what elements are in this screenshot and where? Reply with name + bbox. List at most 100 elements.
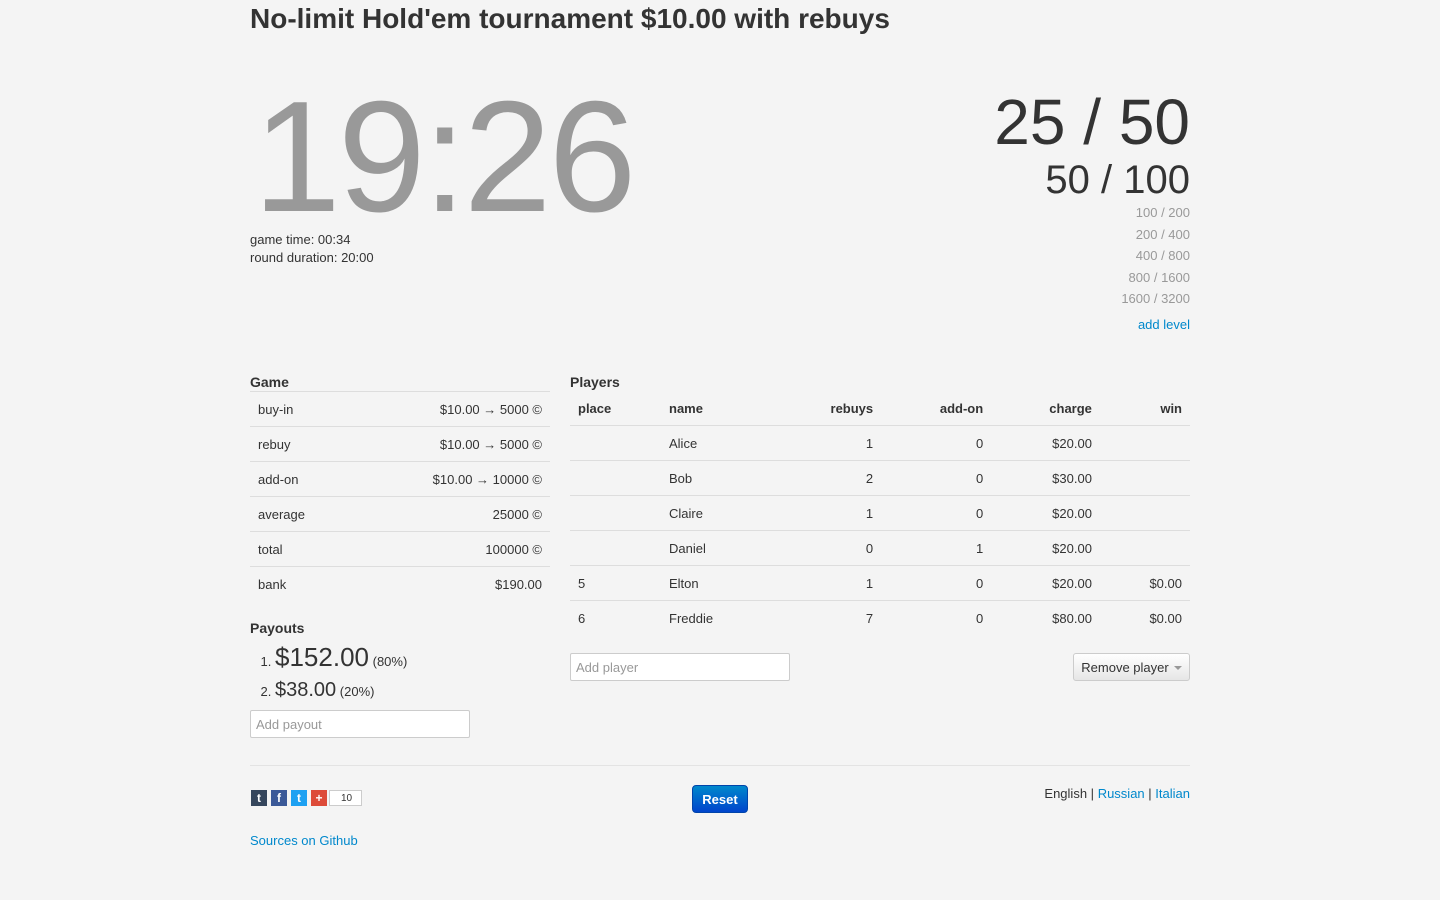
player-rebuys[interactable]: 1	[772, 425, 882, 461]
game-table: buy-in $10.00 → 5000 © rebuy $10.00 → 50…	[250, 391, 550, 601]
player-name: Elton	[661, 565, 773, 601]
player-win	[1099, 425, 1190, 461]
player-place	[570, 495, 661, 531]
next-blinds: 50 / 100	[1045, 158, 1190, 202]
players-table: place name rebuys add-on charge win Alic…	[570, 391, 1190, 635]
player-name: Bob	[661, 460, 773, 496]
table-row[interactable]: Daniel 0 1 $20.00	[570, 530, 1190, 566]
player-charge: $20.00	[991, 565, 1100, 601]
column-header-place: place	[578, 400, 612, 416]
table-row[interactable]: Claire 1 0 $20.00	[570, 495, 1190, 531]
table-header-row: place name rebuys add-on charge win	[570, 391, 1190, 426]
table-row: average 25000 ©	[250, 496, 550, 532]
round-duration: round duration: 20:00	[250, 250, 374, 265]
share-count: 10	[329, 790, 363, 806]
player-addon[interactable]: 0	[881, 565, 992, 601]
language-switcher: English | Russian | Italian	[1044, 785, 1190, 803]
language-separator: |	[1148, 786, 1152, 801]
player-addon[interactable]: 0	[881, 460, 992, 496]
game-row-label: add-on	[250, 461, 351, 497]
table-row[interactable]: 6 Freddie 7 0 $80.00 $0.00	[570, 600, 1190, 635]
player-charge: $20.00	[991, 495, 1100, 531]
payouts-heading: Payouts	[250, 620, 305, 636]
language-russian-link[interactable]: Russian	[1098, 786, 1145, 801]
language-separator: |	[1090, 786, 1095, 801]
game-section: Game buy-in $10.00 → 5000 © rebuy $10.00…	[250, 373, 550, 601]
table-row[interactable]: 5 Elton 1 0 $20.00 $0.00	[570, 565, 1190, 601]
twitter-icon[interactable]: t	[291, 790, 307, 806]
payout-percent: (80%)	[372, 654, 408, 669]
table-row[interactable]: Alice 1 0 $20.00	[570, 425, 1190, 461]
facebook-icon[interactable]: f	[271, 790, 287, 806]
player-rebuys[interactable]: 7	[772, 600, 882, 635]
game-heading: Game	[250, 374, 289, 390]
players-heading: Players	[570, 374, 620, 390]
player-place: 5	[570, 565, 661, 601]
add-level-link[interactable]: add level	[994, 316, 1190, 334]
blinds-panel: 25 / 50 50 / 100 100 / 200 200 / 400 400…	[994, 86, 1190, 334]
player-rebuys[interactable]: 2	[772, 460, 882, 496]
player-name: Freddie	[661, 600, 773, 635]
tumblr-icon[interactable]: t	[251, 790, 267, 806]
game-row-value: 100000 ©	[350, 531, 550, 567]
player-charge: $20.00	[991, 425, 1100, 461]
table-row: total 100000 ©	[250, 531, 550, 567]
add-payout-input[interactable]: Add payout	[250, 710, 470, 738]
current-blinds: 25 / 50	[994, 86, 1190, 158]
game-time: game time: 00:34	[250, 232, 351, 247]
table-row: bank $190.00	[250, 566, 550, 601]
player-addon[interactable]: 0	[881, 495, 992, 531]
player-place	[570, 530, 661, 566]
player-rebuys[interactable]: 0	[772, 530, 882, 566]
game-row-label: rebuy	[250, 426, 351, 462]
payout-amount: $152.00	[275, 642, 369, 672]
language-italian-link[interactable]: Italian	[1155, 786, 1190, 801]
player-charge: $20.00	[991, 530, 1100, 566]
game-row-label: average	[250, 496, 351, 532]
player-addon[interactable]: 1	[881, 530, 992, 566]
future-blind-level: 100 / 200	[1135, 205, 1190, 220]
player-rebuys[interactable]: 1	[772, 565, 882, 601]
sources-github-link[interactable]: Sources on Github	[250, 832, 358, 850]
column-header-charge: charge	[1049, 400, 1092, 416]
player-place: 6	[570, 600, 661, 635]
remove-player-button[interactable]: Remove player	[1073, 653, 1190, 681]
payout-item[interactable]: $152.00 (80%)	[275, 643, 550, 676]
future-blind-level: 200 / 400	[1135, 226, 1190, 242]
game-meta: game time: 00:34 round duration: 20:00	[250, 231, 374, 267]
player-name: Daniel	[661, 530, 773, 566]
remove-player-label: Remove player	[1081, 659, 1169, 675]
payout-item[interactable]: $38.00 (20%)	[275, 676, 550, 706]
player-rebuys[interactable]: 1	[772, 495, 882, 531]
table-row: buy-in $10.00 → 5000 ©	[250, 391, 550, 427]
table-row: rebuy $10.00 → 5000 ©	[250, 426, 550, 462]
player-win: $0.00	[1099, 565, 1190, 601]
add-player-input[interactable]: Add player	[570, 653, 790, 681]
footer-divider	[250, 765, 1190, 766]
players-section: Players place name rebuys add-on charge …	[570, 373, 1190, 635]
future-blind-level: 400 / 800	[1135, 248, 1190, 263]
reset-button[interactable]: Reset	[692, 785, 748, 813]
game-row-value: $190.00	[350, 566, 550, 601]
language-english: English	[1044, 786, 1088, 801]
payout-amount: $38.00	[275, 679, 337, 701]
player-addon[interactable]: 0	[881, 600, 992, 635]
caret-down-icon	[1173, 666, 1182, 670]
table-row[interactable]: Bob 2 0 $30.00	[570, 460, 1190, 496]
game-row-label: total	[250, 531, 351, 567]
round-timer: 19:26	[253, 69, 636, 245]
player-charge: $80.00	[991, 600, 1100, 635]
player-win	[1099, 530, 1190, 566]
column-header-win: win	[1160, 400, 1182, 416]
payout-percent: (20%)	[339, 684, 375, 699]
player-addon[interactable]: 0	[881, 425, 992, 461]
player-name: Alice	[661, 425, 773, 461]
google-plus-icon[interactable]: +	[311, 790, 327, 806]
column-header-name: name	[669, 400, 703, 416]
player-name: Claire	[661, 495, 773, 531]
player-win	[1099, 495, 1190, 531]
game-row-value: 25000 ©	[350, 496, 550, 532]
payout-list: $152.00 (80%) $38.00 (20%)	[250, 643, 550, 706]
page-title: No-limit Hold'em tournament $10.00 with …	[250, 3, 890, 34]
future-blind-level: 1600 / 3200	[1121, 291, 1190, 306]
